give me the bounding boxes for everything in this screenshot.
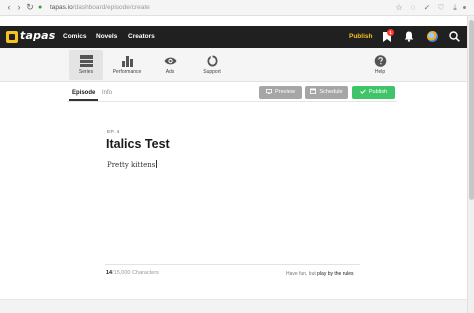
publish-label: Publish: [368, 89, 388, 95]
address-bar[interactable]: ● tapas.io/dashboard/episode/create: [38, 2, 390, 14]
browser-toolbar: ‹ › ↻ ● tapas.io/dashboard/episode/creat…: [0, 0, 474, 16]
search-icon[interactable]: [449, 31, 460, 42]
episode-title-input[interactable]: Italics Test: [106, 137, 170, 151]
schedule-button[interactable]: Schedule: [305, 86, 348, 99]
text-caret: [155, 160, 157, 168]
toolbar-label: Support: [203, 69, 221, 75]
monitor-icon: [266, 89, 273, 94]
tab-info[interactable]: Info: [102, 89, 112, 97]
url-text: tapas.io/dashboard/episode/create: [50, 4, 150, 11]
eye-icon: [164, 57, 176, 65]
scrollbar[interactable]: [467, 16, 474, 313]
toolbar-ads[interactable]: Ads: [153, 50, 187, 80]
nav-novels[interactable]: Novels: [96, 32, 117, 42]
toolbar-label: Performance: [112, 69, 142, 75]
episode-body-editor[interactable]: Pretty kittens: [107, 160, 157, 169]
toolbar-help[interactable]: Help: [363, 50, 397, 80]
page-bottom-section: [0, 299, 467, 313]
forward-icon[interactable]: ›: [14, 2, 24, 13]
back-icon[interactable]: ‹: [4, 2, 14, 13]
notification-badge: 1: [387, 29, 394, 36]
toolbar-series[interactable]: Series: [69, 50, 103, 80]
download-icon[interactable]: ⤓: [450, 2, 460, 13]
check-icon: [359, 89, 366, 94]
calendar-icon: [310, 88, 317, 94]
character-count: 14/15,000 Characters: [106, 270, 159, 276]
help-icon: [374, 55, 386, 67]
toolbar-label: Series: [78, 69, 94, 75]
star-icon[interactable]: ☆: [394, 2, 404, 13]
rules-prefix: Have fun, but: [286, 271, 318, 277]
menu-icon[interactable]: [463, 6, 466, 9]
episode-number: EP. 4: [107, 130, 120, 135]
toolbar-label: Ads: [165, 69, 175, 75]
top-navigation: tapas Comics Novels Creators Publish 1: [0, 26, 467, 48]
eye-off-icon[interactable]: ◌: [408, 2, 418, 13]
tab-episode[interactable]: Episode: [72, 89, 95, 97]
preview-button[interactable]: Preview: [259, 86, 302, 99]
nav-creators[interactable]: Creators: [128, 32, 155, 42]
episode-body-text: Pretty kittens: [107, 161, 156, 169]
extension-icon[interactable]: ✓: [422, 2, 432, 13]
rules-note: Have fun, but play by the rules: [286, 271, 354, 277]
scroll-thumb[interactable]: [469, 20, 474, 200]
schedule-label: Schedule: [319, 89, 343, 95]
series-icon: [79, 55, 93, 67]
toolbar-support[interactable]: Support: [195, 50, 229, 80]
bar-chart-icon: [121, 56, 133, 67]
support-icon: [207, 55, 217, 67]
bell-icon[interactable]: [404, 31, 414, 42]
preview-label: Preview: [275, 89, 295, 95]
toolbar-label: Help: [374, 69, 386, 75]
avatar[interactable]: [427, 31, 438, 42]
tabs-divider: [67, 101, 397, 102]
nav-comics[interactable]: Comics: [63, 32, 86, 42]
app-window: ‹ › ↻ ● tapas.io/dashboard/episode/creat…: [0, 0, 474, 313]
publish-button[interactable]: Publish: [352, 86, 395, 99]
toolbar-performance[interactable]: Performance: [110, 50, 144, 80]
rules-link[interactable]: play by the rules: [317, 271, 353, 277]
publish-nav-link[interactable]: Publish: [349, 32, 372, 42]
reload-icon[interactable]: ↻: [25, 2, 35, 13]
tapas-logo[interactable]: tapas: [6, 29, 56, 44]
creator-toolbar: Series Performance Ads Support Help: [0, 48, 467, 82]
logo-text: tapas: [20, 29, 56, 42]
character-limit: /15,000 Characters: [112, 270, 159, 276]
editor-footer-divider: [105, 264, 360, 265]
lock-icon: ●: [38, 4, 43, 11]
shield-icon[interactable]: ♡: [436, 2, 446, 13]
logo-mark-icon: [6, 31, 18, 43]
